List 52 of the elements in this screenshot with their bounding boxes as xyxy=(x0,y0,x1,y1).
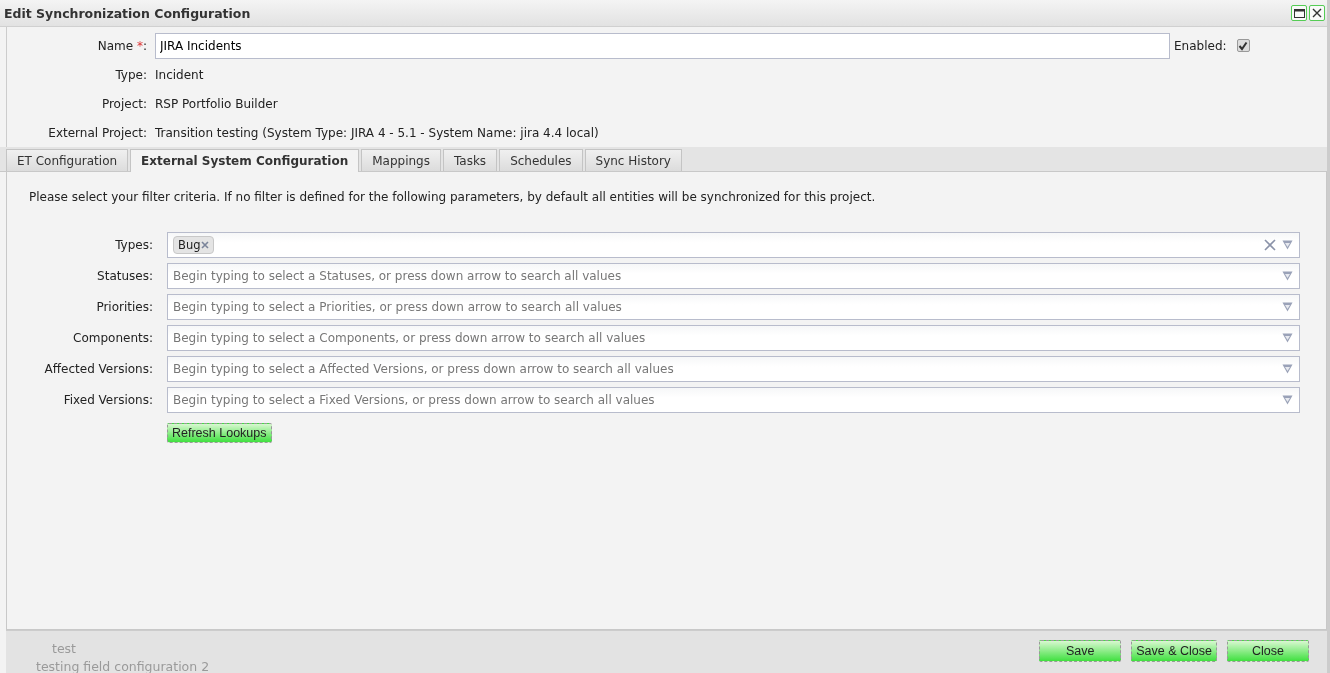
filter-combobox[interactable]: Bug xyxy=(167,232,1300,258)
field-label: Project: xyxy=(100,96,148,111)
close-icon[interactable] xyxy=(1309,5,1325,21)
filter-input[interactable]: Begin typing to select a Fixed Versions, or press down arrow to search all values xyxy=(173,393,728,407)
filter-label: Components: xyxy=(72,331,154,345)
field-value: Incident xyxy=(155,67,204,82)
dialog-button[interactable]: Save xyxy=(1039,640,1122,662)
field-label: Type: xyxy=(114,67,148,82)
dropdown-arrow-icon[interactable] xyxy=(1282,302,1293,312)
dialog-button[interactable]: Save & Close xyxy=(1131,640,1217,662)
filter-input[interactable]: Begin typing to select a Components, or press down arrow to search all values xyxy=(173,331,728,345)
dropdown-arrow-icon[interactable] xyxy=(1282,364,1293,374)
filter-combobox[interactable]: Begin typing to select a Priorities, or press down arrow to search all values xyxy=(167,294,1300,320)
filter-label: Types: xyxy=(114,238,154,252)
filter-combobox[interactable]: Begin typing to select a Fixed Versions, or press down arrow to search all values xyxy=(167,387,1300,413)
enabled-label: Enabled: xyxy=(1174,38,1227,53)
dropdown-arrow-icon[interactable] xyxy=(1282,333,1293,343)
filter-input[interactable]: Begin typing to select a Priorities, or press down arrow to search all values xyxy=(173,300,728,314)
clear-icon[interactable] xyxy=(1264,239,1276,251)
field-value: Transition testing (System Type: JIRA 4 - 5.1 - System Name: jira 4.4 local) xyxy=(155,125,599,140)
background-list-item: testing field configuration 2 xyxy=(36,659,210,673)
tab[interactable]: Mappings xyxy=(361,149,441,171)
filter-combobox[interactable]: Begin typing to select a Statuses, or press down arrow to search all values xyxy=(167,263,1300,289)
filter-combobox[interactable]: Begin typing to select a Affected Versions, or press down arrow to search all values xyxy=(167,356,1300,382)
filter-tag[interactable]: Bug xyxy=(173,236,215,254)
dropdown-arrow-icon[interactable] xyxy=(1282,395,1293,405)
refresh-lookups-button[interactable]: Refresh Lookups xyxy=(167,423,272,443)
instruction-text: Please select your filter criteria. If no filter is defined for the following parameters, by default all entities will be synchronized for this project. xyxy=(29,190,877,204)
enabled-checkbox[interactable] xyxy=(1236,39,1250,52)
dropdown-arrow-icon[interactable] xyxy=(1282,240,1293,250)
dialog-button[interactable]: Close xyxy=(1227,640,1309,662)
filter-combobox[interactable]: Begin typing to select a Components, or press down arrow to search all values xyxy=(167,325,1300,351)
tab[interactable]: ET Configuration xyxy=(6,149,129,171)
field-label: External Project: xyxy=(47,125,148,140)
dropdown-arrow-icon[interactable] xyxy=(1282,271,1293,281)
filter-input[interactable]: Begin typing to select a Statuses, or press down arrow to search all values xyxy=(173,269,728,283)
background-list-item: test xyxy=(52,641,76,656)
field-value: RSP Portfolio Builder xyxy=(155,96,278,111)
remove-icon[interactable] xyxy=(201,241,210,249)
tab[interactable]: Tasks xyxy=(442,149,498,171)
filter-label: Fixed Versions: xyxy=(62,393,154,407)
tab[interactable]: External System Configuration xyxy=(130,149,360,172)
name-label: Name *: xyxy=(96,38,148,53)
maximize-icon[interactable] xyxy=(1291,5,1307,21)
tab[interactable]: Sync History xyxy=(584,149,682,171)
filter-input[interactable]: Begin typing to select a Affected Versions, or press down arrow to search all values xyxy=(173,362,728,376)
name-field[interactable]: JIRA Incidents xyxy=(155,32,1170,59)
tab[interactable]: Schedules xyxy=(499,149,583,171)
filter-label: Affected Versions: xyxy=(43,362,154,376)
filter-label: Priorities: xyxy=(95,300,154,314)
filter-label: Statuses: xyxy=(96,269,154,283)
window-title: Edit Synchronization Configuration xyxy=(4,5,252,21)
